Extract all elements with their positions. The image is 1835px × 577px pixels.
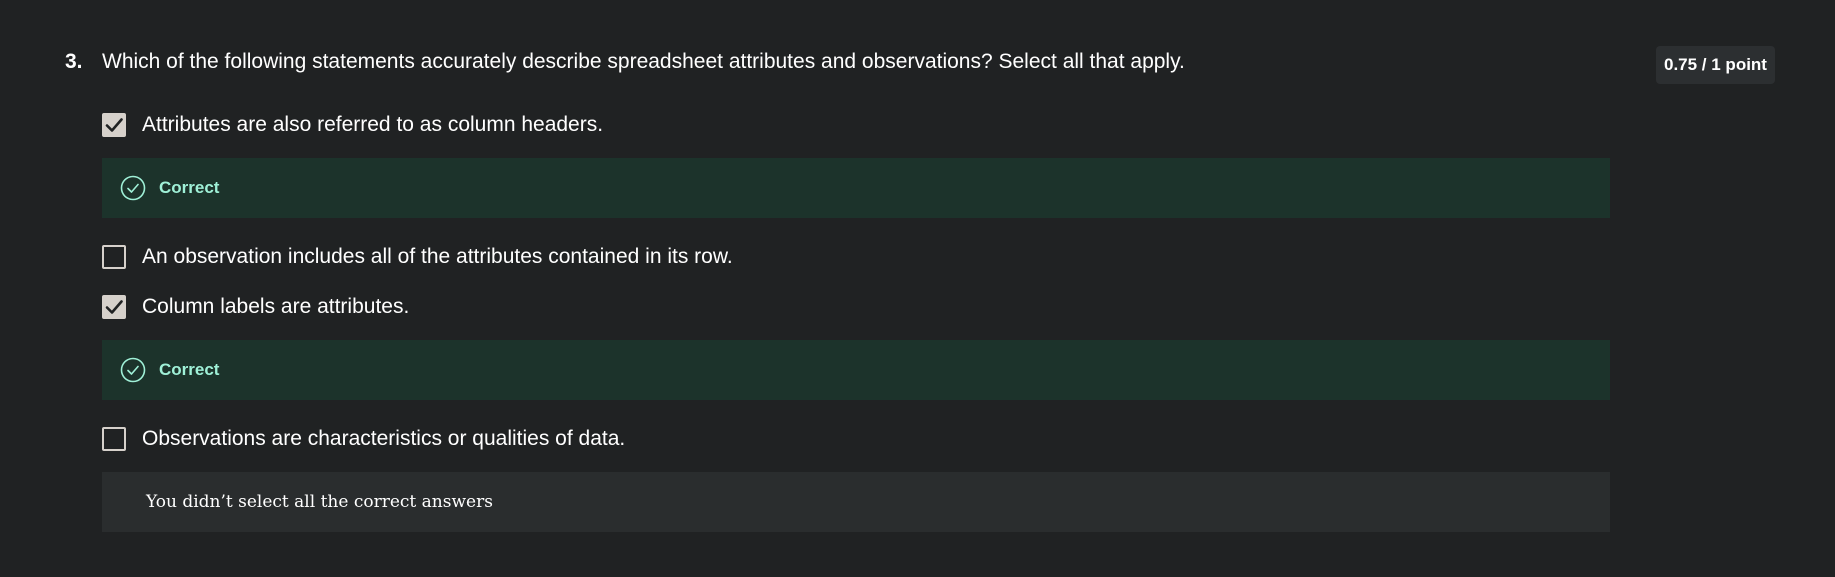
check-circle-icon xyxy=(120,175,146,201)
quiz-question: 3. Which of the following statements acc… xyxy=(0,0,1835,577)
option-label: Column labels are attributes. xyxy=(142,295,410,318)
checkbox-unchecked-icon[interactable] xyxy=(102,427,126,451)
check-circle-icon xyxy=(120,357,146,383)
question-text: Which of the following statements accura… xyxy=(102,50,1185,73)
option-label: An observation includes all of the attri… xyxy=(142,245,733,268)
option-2[interactable]: An observation includes all of the attri… xyxy=(102,242,733,272)
feedback-text: Correct xyxy=(159,178,220,197)
option-4[interactable]: Observations are characteristics or qual… xyxy=(102,424,625,454)
answer-summary: You didn’t select all the correct answer… xyxy=(102,472,1610,532)
option-label: Observations are characteristics or qual… xyxy=(142,427,626,450)
option-3[interactable]: Column labels are attributes. xyxy=(102,292,409,322)
score-badge: 0.75 / 1 point xyxy=(1656,46,1775,84)
option-1[interactable]: Attributes are also referred to as colum… xyxy=(102,110,603,140)
feedback-correct: Correct xyxy=(102,158,1610,218)
checkbox-checked-icon[interactable] xyxy=(102,295,126,319)
feedback-text: Correct xyxy=(159,360,220,379)
option-label: Attributes are also referred to as colum… xyxy=(142,113,604,136)
feedback-correct: Correct xyxy=(102,340,1610,400)
checkbox-checked-icon[interactable] xyxy=(102,113,126,137)
summary-text: You didn’t select all the correct answer… xyxy=(146,492,493,512)
question-number: 3. xyxy=(65,50,83,73)
checkbox-unchecked-icon[interactable] xyxy=(102,245,126,269)
